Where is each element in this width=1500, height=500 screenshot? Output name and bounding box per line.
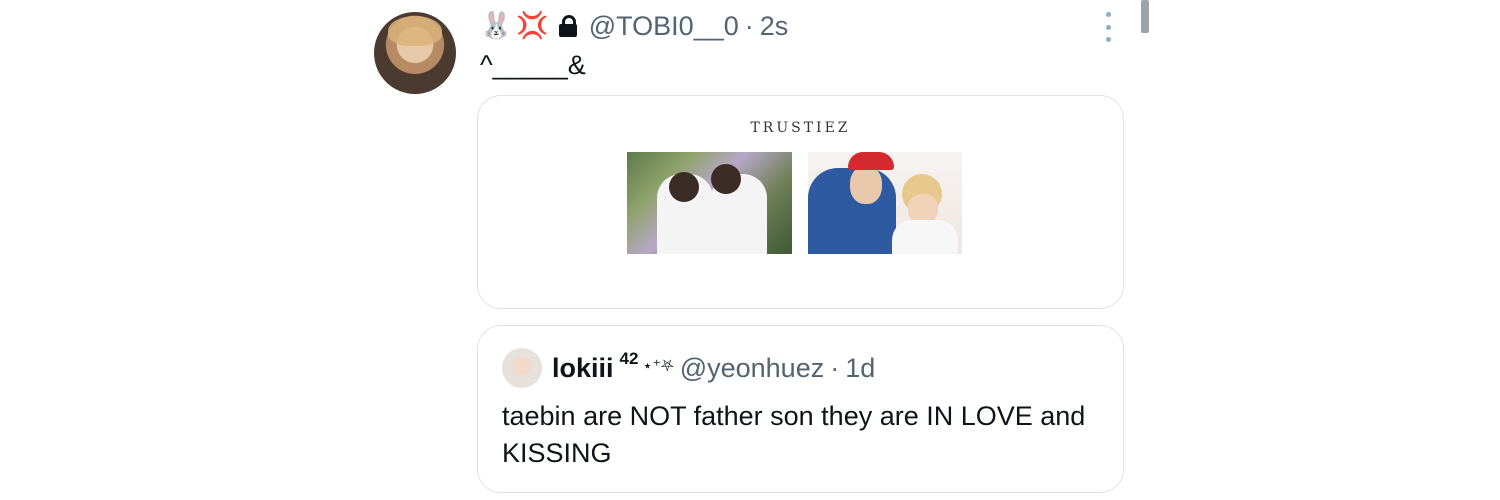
image-card[interactable]: TRUSTIEZ — [477, 95, 1124, 309]
tweet-header: 🐰 💢 @TOBI0__0 · 2s — [480, 8, 788, 44]
quoted-tweet-text: taebin are NOT father son they are IN LO… — [502, 401, 1086, 468]
anger-icon: 💢 — [516, 11, 549, 41]
lock-icon — [558, 15, 577, 37]
header-separator: · — [744, 10, 754, 41]
scrollbar[interactable] — [1141, 0, 1149, 33]
quoted-author-name[interactable]: lokiii — [552, 353, 614, 384]
quoted-tweet-header: lokiii 42 ⋆⁺⛧ @yeonhuez · 1d — [502, 348, 875, 388]
rabbit-icon: 🐰 — [480, 11, 513, 41]
star-decoration-icon: ⋆⁺⛧ — [642, 356, 674, 375]
card-brand-text: TRUSTIEZ — [750, 120, 851, 136]
quoted-tweet[interactable]: lokiii 42 ⋆⁺⛧ @yeonhuez · 1d taebin are … — [477, 325, 1124, 493]
card-photo-right[interactable] — [808, 152, 962, 254]
quoted-timestamp[interactable]: 1d — [845, 353, 875, 384]
quoted-author-avatar[interactable] — [502, 348, 542, 388]
card-photo-left[interactable] — [627, 152, 792, 254]
tweet-timestamp[interactable]: 2s — [760, 11, 789, 42]
author-handle[interactable]: @TOBI0__0 — [589, 11, 739, 42]
tweet-text: ^_____& — [480, 50, 586, 80]
quoted-author-handle[interactable]: @yeonhuez — [680, 353, 825, 384]
author-avatar[interactable] — [374, 12, 456, 94]
quoted-name-badge: 42 — [619, 349, 639, 368]
more-options-icon[interactable] — [1100, 12, 1116, 42]
quoted-separator: · — [830, 352, 840, 383]
